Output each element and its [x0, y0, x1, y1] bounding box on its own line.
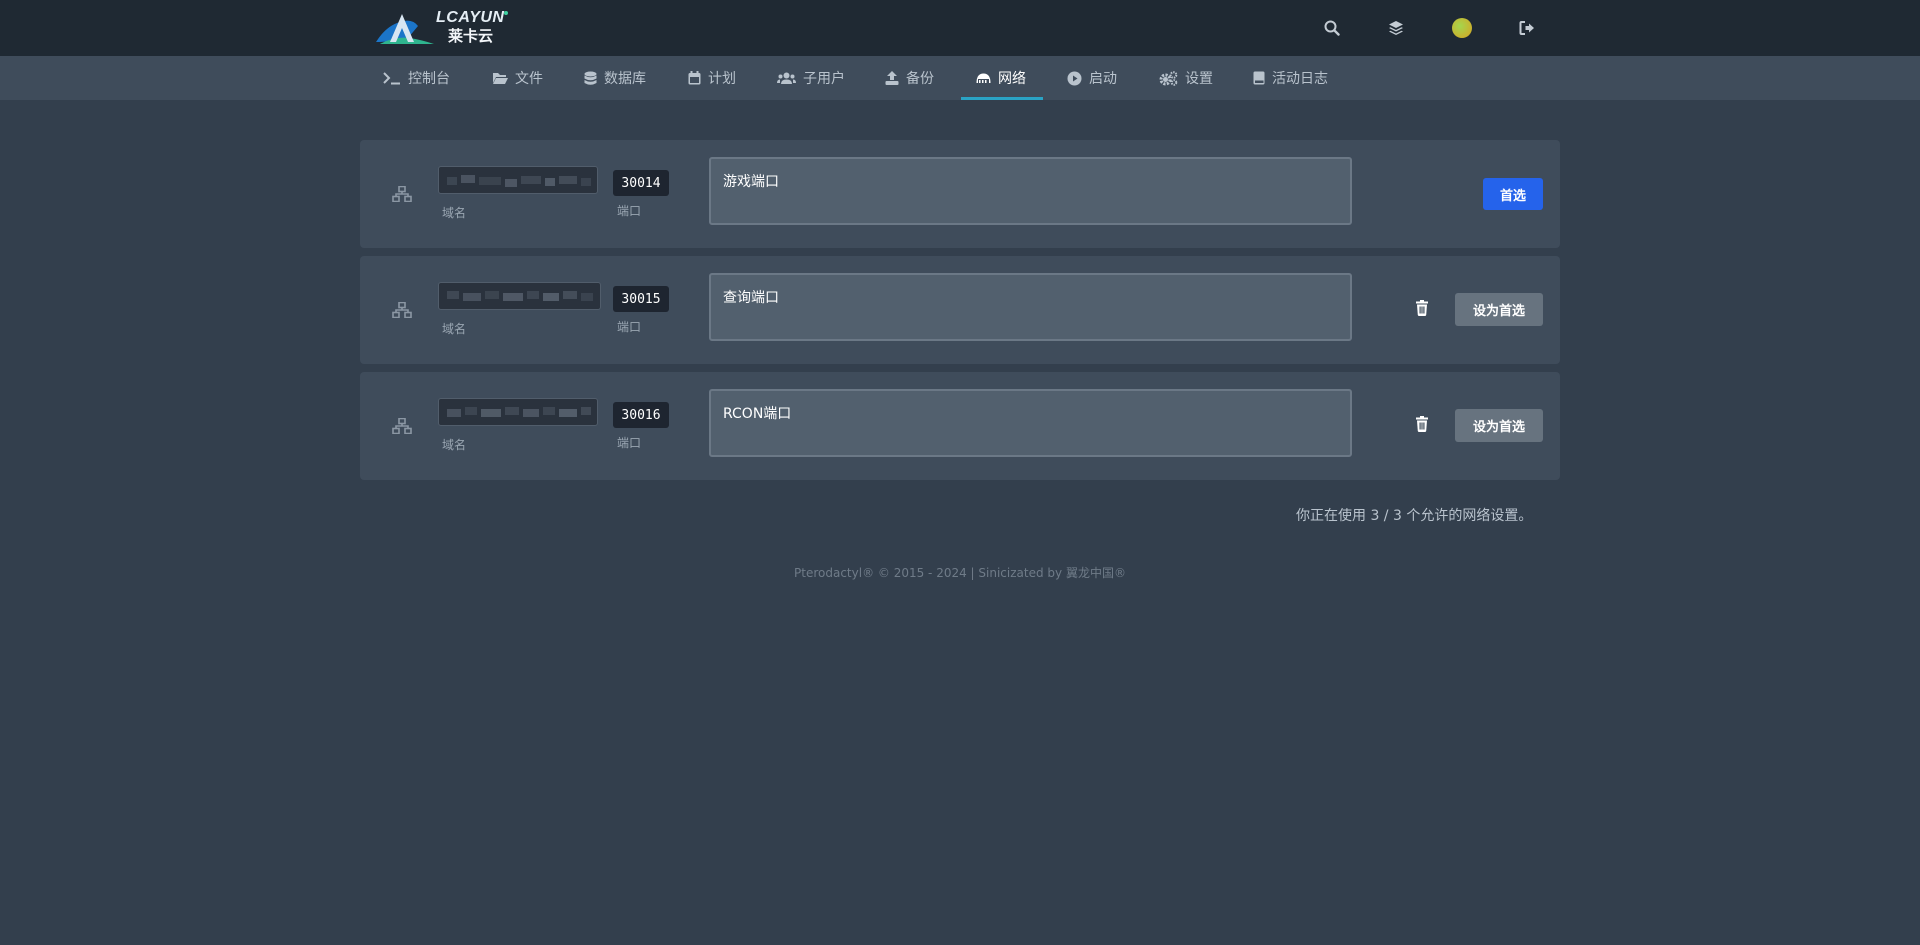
top-bar: LCAYUN 莱卡云 — [0, 0, 1920, 56]
active-tab-indicator — [961, 97, 1043, 100]
brand-subtitle: 莱卡云 — [448, 27, 494, 45]
play-icon — [1067, 71, 1082, 85]
nav-label: 网络 — [998, 71, 1026, 87]
sub-navigation: 控制台 文件 数据库 计划 子用户 备份 网络 启动 设置 活动日志 — [0, 56, 1920, 100]
primary-button[interactable]: 首选 — [1483, 178, 1543, 210]
hostname-label: 域名 — [442, 438, 467, 452]
trash-icon[interactable] — [1415, 416, 1429, 432]
calendar-icon — [688, 71, 701, 85]
avatar[interactable] — [1448, 14, 1476, 42]
notes-textarea[interactable]: 游戏端口 — [709, 157, 1352, 225]
port-label: 端口 — [617, 320, 642, 334]
nav-label: 文件 — [515, 71, 543, 87]
nav-label: 设置 — [1185, 71, 1213, 87]
hostname-value-redacted[interactable] — [438, 282, 601, 310]
database-icon — [584, 71, 597, 85]
notes-textarea[interactable]: RCON端口 — [709, 389, 1352, 457]
nav-startup[interactable]: 启动 — [1067, 56, 1117, 100]
make-primary-button[interactable]: 设为首选 — [1455, 409, 1543, 442]
nav-label: 活动日志 — [1272, 71, 1328, 87]
nav-label: 计划 — [708, 71, 736, 87]
trash-icon[interactable] — [1415, 300, 1429, 316]
nav-backups[interactable]: 备份 — [885, 56, 934, 100]
nav-network[interactable]: 网络 — [976, 56, 1026, 100]
logout-icon[interactable] — [1513, 14, 1541, 42]
notes-textarea[interactable]: 查询端口 — [709, 273, 1352, 341]
network-wired-icon — [392, 418, 412, 434]
nav-label: 启动 — [1089, 71, 1117, 87]
layers-icon[interactable] — [1382, 14, 1410, 42]
hostname-label: 域名 — [442, 322, 467, 336]
nav-schedules[interactable]: 计划 — [688, 56, 736, 100]
nav-label: 控制台 — [408, 71, 450, 87]
hostname-label: 域名 — [442, 206, 467, 220]
nav-label: 子用户 — [803, 71, 845, 87]
allocation-row: 域名 30016 端口 RCON端口 设为首选 — [360, 372, 1560, 480]
make-primary-button[interactable]: 设为首选 — [1455, 293, 1543, 326]
nav-files[interactable]: 文件 — [492, 56, 543, 100]
cogs-icon — [1159, 70, 1178, 86]
port-value[interactable]: 30014 — [613, 170, 669, 196]
nav-console[interactable]: 控制台 — [383, 56, 450, 100]
hostname-value-redacted[interactable] — [438, 166, 598, 194]
nav-settings[interactable]: 设置 — [1159, 56, 1213, 100]
hostname-value-redacted[interactable] — [438, 398, 598, 426]
port-label: 端口 — [617, 204, 642, 218]
terminal-icon — [383, 72, 400, 85]
folder-icon — [493, 73, 508, 84]
users-icon — [777, 72, 796, 84]
nav-users[interactable]: 子用户 — [777, 56, 845, 100]
port-value[interactable]: 30016 — [613, 402, 669, 428]
search-icon[interactable] — [1318, 14, 1346, 42]
network-icon — [976, 73, 991, 83]
nav-label: 数据库 — [604, 71, 646, 87]
nav-databases[interactable]: 数据库 — [584, 56, 646, 100]
port-value[interactable]: 30015 — [613, 286, 669, 312]
nav-label: 备份 — [906, 71, 934, 87]
book-icon — [1253, 71, 1265, 85]
nav-activity[interactable]: 活动日志 — [1253, 56, 1328, 100]
upload-icon — [885, 71, 899, 85]
allocation-usage-text: 你正在使用 3 / 3 个允许的网络设置。 — [1296, 508, 1533, 524]
port-label: 端口 — [617, 436, 642, 450]
allocation-row: 域名 30014 端口 游戏端口 首选 — [360, 140, 1560, 248]
allocation-row: 域名 30015 端口 查询端口 设为首选 — [360, 256, 1560, 364]
network-wired-icon — [392, 186, 412, 202]
network-wired-icon — [392, 302, 412, 318]
footer-copyright: Pterodactyl® © 2015 - 2024 | Sinicizated… — [794, 566, 1126, 580]
